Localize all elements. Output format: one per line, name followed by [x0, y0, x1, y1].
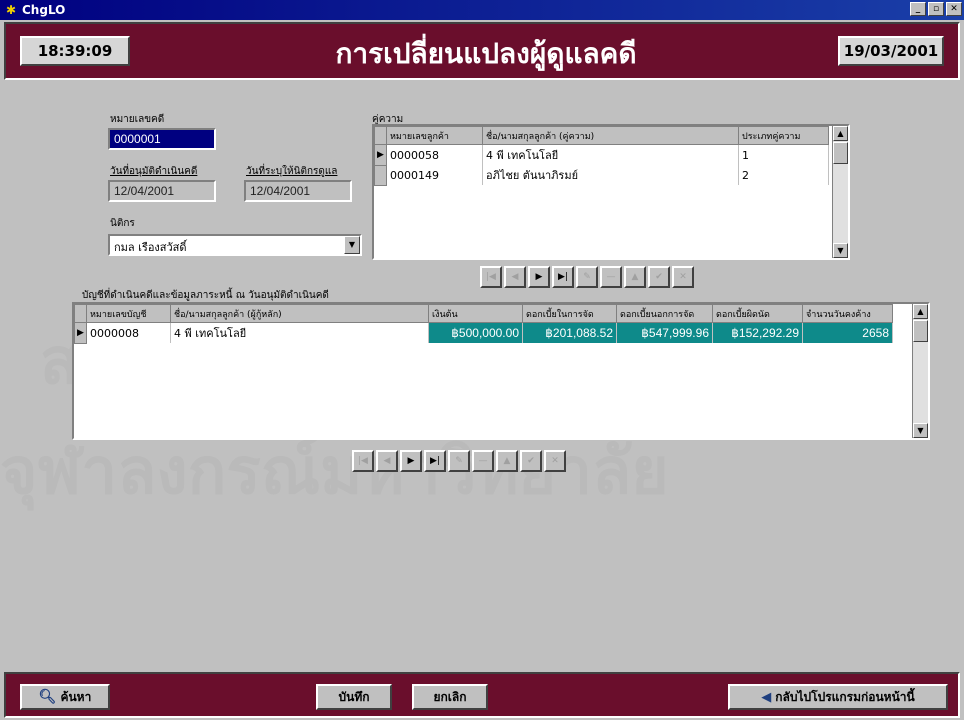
accounts-col-header[interactable]: เงินต้น — [428, 304, 523, 323]
table-row[interactable]: ▶ 0000008 4 พี เทคโนโลยี ฿500,000.00 ฿20… — [74, 322, 893, 344]
next-record-button[interactable]: ▶ — [400, 450, 422, 472]
back-button-label: กลับไปโปรแกรมก่อนหน้านี้ — [775, 689, 915, 704]
case-no-label: หมายเลขคดี — [110, 114, 165, 125]
officer-select[interactable]: กมล เรืองสวัสดิ์ ▼ — [108, 234, 362, 256]
back-button[interactable]: ◀ กลับไปโปรแกรมก่อนหน้านี้ — [728, 684, 948, 710]
table-row[interactable]: ▶ 0000058 4 พี เทคโนโลยี 1 — [374, 144, 829, 166]
minimize-button[interactable]: _ — [910, 2, 926, 16]
officer-label: นิติกร — [110, 218, 135, 229]
accounts-scrollbar[interactable]: ▲ ▼ — [912, 304, 928, 438]
parties-header-row: หมายเลขลูกค้า ชื่อ/นามสกุลลูกค้า (คู่ควา… — [374, 126, 829, 145]
accounts-col-header[interactable]: จำนวนวันคงค้าง — [802, 304, 893, 323]
accounts-header-row: หมายเลขบัญชี ชื่อ/นามสกุลลูกค้า (ผู้กู้ห… — [74, 304, 893, 323]
officer-select-value: กมล เรืองสวัสดิ์ — [114, 241, 187, 254]
table-cell[interactable]: 2658 — [802, 322, 893, 343]
save-button-label: บันทึก — [338, 689, 370, 704]
search-button-label: ค้นหา — [60, 689, 92, 704]
row-indicator: ▶ — [74, 322, 87, 344]
parties-grid: หมายเลขลูกค้า ชื่อ/นามสกุลลูกค้า (คู่ควา… — [372, 124, 850, 260]
row-indicator-header — [374, 126, 387, 145]
table-cell[interactable]: 4 พี เทคโนโลยี — [170, 322, 429, 343]
parties-scrollbar[interactable]: ▲ ▼ — [832, 126, 848, 258]
accounts-col-header[interactable]: ดอกเบี้ยนอกการจัด — [616, 304, 713, 323]
save-record-button[interactable]: ✔ — [648, 266, 670, 288]
insert-record-button[interactable]: ▲ — [496, 450, 518, 472]
insert-record-button[interactable]: ▲ — [624, 266, 646, 288]
row-indicator: ▶ — [374, 144, 387, 166]
delete-record-button[interactable]: — — [600, 266, 622, 288]
clock-display: 18:39:09 — [20, 36, 130, 66]
close-button[interactable]: ✕ — [946, 2, 962, 16]
table-cell[interactable]: 1 — [738, 144, 829, 165]
table-cell[interactable]: ฿500,000.00 — [428, 322, 523, 343]
parties-col-header[interactable]: หมายเลขลูกค้า — [386, 126, 483, 145]
prev-record-button[interactable]: ◀ — [376, 450, 398, 472]
cancel-button[interactable]: ยกเลิก — [412, 684, 488, 710]
bottom-toolbar: 🔍︎ ค้นหา บันทึก ยกเลิก ◀ กลับไปโปรแกรมก่… — [4, 672, 960, 718]
magnifier-icon: 🔍︎ — [38, 689, 57, 705]
accounts-col-header[interactable]: ดอกเบี้ยในการจัด — [522, 304, 617, 323]
table-cell[interactable]: 0000058 — [386, 144, 483, 165]
window-title: ChgLO — [22, 3, 66, 17]
row-indicator — [374, 164, 387, 186]
delete-record-button[interactable]: — — [472, 450, 494, 472]
accounts-col-header[interactable]: ชื่อ/นามสกุลลูกค้า (ผู้กู้หลัก) — [170, 304, 429, 323]
first-record-button[interactable]: |◀ — [480, 266, 502, 288]
edit-record-button[interactable]: ✎ — [448, 450, 470, 472]
maximize-button[interactable]: ▫ — [928, 2, 944, 16]
scroll-thumb[interactable] — [833, 142, 848, 164]
table-cell[interactable]: ฿547,999.96 — [616, 322, 713, 343]
scroll-down-icon[interactable]: ▼ — [913, 423, 928, 438]
back-arrow-icon: ◀ — [761, 689, 772, 705]
parties-col-header[interactable]: ประเภทคู่ความ — [738, 126, 829, 145]
last-record-button[interactable]: ▶| — [552, 266, 574, 288]
row-indicator-header — [74, 304, 87, 323]
header-bar: 18:39:09 การเปลี่ยนแปลงผู้ดูแลคดี 19/03/… — [4, 22, 960, 80]
page-title: การเปลี่ยนแปลงผู้ดูแลคดี — [335, 37, 637, 70]
cancel-button-label: ยกเลิก — [433, 689, 467, 704]
table-cell[interactable]: 0000149 — [386, 165, 483, 185]
cancel-record-button[interactable]: ✕ — [672, 266, 694, 288]
window-titlebar: ✱ ChgLO _ ▫ ✕ — [0, 0, 964, 20]
app-icon: ✱ — [5, 3, 17, 17]
scroll-thumb[interactable] — [913, 320, 928, 342]
scroll-up-icon[interactable]: ▲ — [833, 126, 848, 141]
parties-col-header[interactable]: ชื่อ/นามสกุลลูกค้า (คู่ความ) — [482, 126, 739, 145]
case-no-field[interactable]: 0000001 — [108, 128, 216, 150]
search-button[interactable]: 🔍︎ ค้นหา — [20, 684, 110, 710]
first-record-button[interactable]: |◀ — [352, 450, 374, 472]
table-cell[interactable]: ฿201,088.52 — [522, 322, 617, 343]
scroll-up-icon[interactable]: ▲ — [913, 304, 928, 319]
table-cell[interactable]: 0000008 — [86, 322, 171, 343]
approve-date-field[interactable]: 12/04/2001 — [108, 180, 216, 202]
prev-record-button[interactable]: ◀ — [504, 266, 526, 288]
accounts-col-header[interactable]: หมายเลขบัญชี — [86, 304, 171, 323]
next-record-button[interactable]: ▶ — [528, 266, 550, 288]
cancel-record-button[interactable]: ✕ — [544, 450, 566, 472]
table-cell[interactable]: 2 — [738, 165, 829, 185]
accounts-col-header[interactable]: ดอกเบี้ยผิดนัด — [712, 304, 803, 323]
edit-record-button[interactable]: ✎ — [576, 266, 598, 288]
date-display: 19/03/2001 — [838, 36, 944, 66]
table-cell[interactable]: 4 พี เทคโนโลยี — [482, 144, 739, 165]
court-date-label: วันที่ระบุให้นิติกรดูแล — [246, 166, 338, 177]
court-date-field[interactable]: 12/04/2001 — [244, 180, 352, 202]
save-button[interactable]: บันทึก — [316, 684, 392, 710]
table-row[interactable]: 0000149 อภิไชย ตันนาภิรมย์ 2 — [374, 164, 829, 186]
chevron-down-icon[interactable]: ▼ — [344, 236, 360, 254]
last-record-button[interactable]: ▶| — [424, 450, 446, 472]
accounts-grid: หมายเลขบัญชี ชื่อ/นามสกุลลูกค้า (ผู้กู้ห… — [72, 302, 930, 440]
parties-nav: |◀ ◀ ▶ ▶| ✎ — ▲ ✔ ✕ — [480, 266, 694, 288]
table-cell[interactable]: อภิไชย ตันนาภิรมย์ — [482, 165, 739, 185]
accounts-label: บัญชีที่ดำเนินคดีและข้อมูลภาระหนี้ ณ วัน… — [82, 290, 329, 301]
table-cell[interactable]: ฿152,292.29 — [712, 322, 803, 343]
scroll-down-icon[interactable]: ▼ — [833, 243, 848, 258]
accounts-nav: |◀ ◀ ▶ ▶| ✎ — ▲ ✔ ✕ — [352, 450, 566, 472]
save-record-button[interactable]: ✔ — [520, 450, 542, 472]
window-controls: _ ▫ ✕ — [910, 2, 962, 16]
approve-date-label: วันที่อนุมัติดำเนินคดี — [110, 166, 198, 177]
